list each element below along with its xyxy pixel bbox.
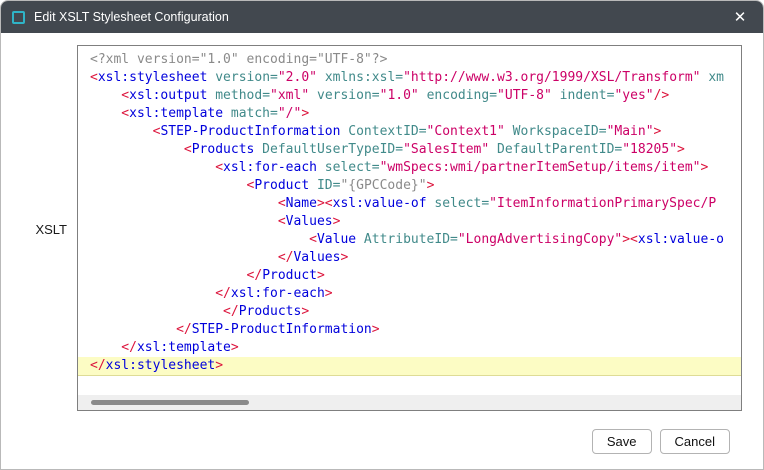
- code-lines: <?xml version="1.0" encoding="UTF-8"?><x…: [78, 51, 741, 376]
- dialog-button-row: Save Cancel: [592, 429, 730, 454]
- code-line: <Values>: [78, 213, 741, 231]
- code-line: <xsl:output method="xml" version="1.0" e…: [78, 87, 741, 105]
- app-icon: [12, 11, 25, 24]
- titlebar: Edit XSLT Stylesheet Configuration ✕: [1, 1, 763, 33]
- code-line-highlighted: </xsl:stylesheet>: [78, 357, 741, 376]
- scrollbar-thumb[interactable]: [91, 400, 249, 405]
- code-line: <Name><xsl:value-of select="ItemInformat…: [78, 195, 741, 213]
- code-line: <xsl:template match="/">: [78, 105, 741, 123]
- code-line: <Product ID="{GPCCode}">: [78, 177, 741, 195]
- code-line: <Value AttributeID="LongAdvertisingCopy"…: [78, 231, 741, 249]
- code-line: </xsl:for-each>: [78, 285, 741, 303]
- close-icon: ✕: [734, 8, 747, 26]
- code-line: </Values>: [78, 249, 741, 267]
- code-line: <xsl:stylesheet version="2.0" xmlns:xsl=…: [78, 69, 741, 87]
- code-line: <Products DefaultUserTypeID="SalesItem" …: [78, 141, 741, 159]
- code-line: <?xml version="1.0" encoding="UTF-8"?>: [78, 51, 741, 69]
- code-line: <xsl:for-each select="wmSpecs:wmi/partne…: [78, 159, 741, 177]
- horizontal-scrollbar[interactable]: [78, 395, 741, 410]
- code-line: </Product>: [78, 267, 741, 285]
- code-line: </xsl:template>: [78, 339, 741, 357]
- code-line: </STEP-ProductInformation>: [78, 321, 741, 339]
- cancel-button[interactable]: Cancel: [660, 429, 730, 454]
- window-title: Edit XSLT Stylesheet Configuration: [34, 10, 229, 24]
- xslt-field-label: XSLT: [1, 222, 67, 237]
- code-line: </Products>: [78, 303, 741, 321]
- close-button[interactable]: ✕: [717, 1, 763, 33]
- save-button[interactable]: Save: [592, 429, 652, 454]
- dialog-window: Edit XSLT Stylesheet Configuration ✕ XSL…: [0, 0, 764, 470]
- xslt-code-editor[interactable]: <?xml version="1.0" encoding="UTF-8"?><x…: [77, 45, 742, 411]
- code-line: <STEP-ProductInformation ContextID="Cont…: [78, 123, 741, 141]
